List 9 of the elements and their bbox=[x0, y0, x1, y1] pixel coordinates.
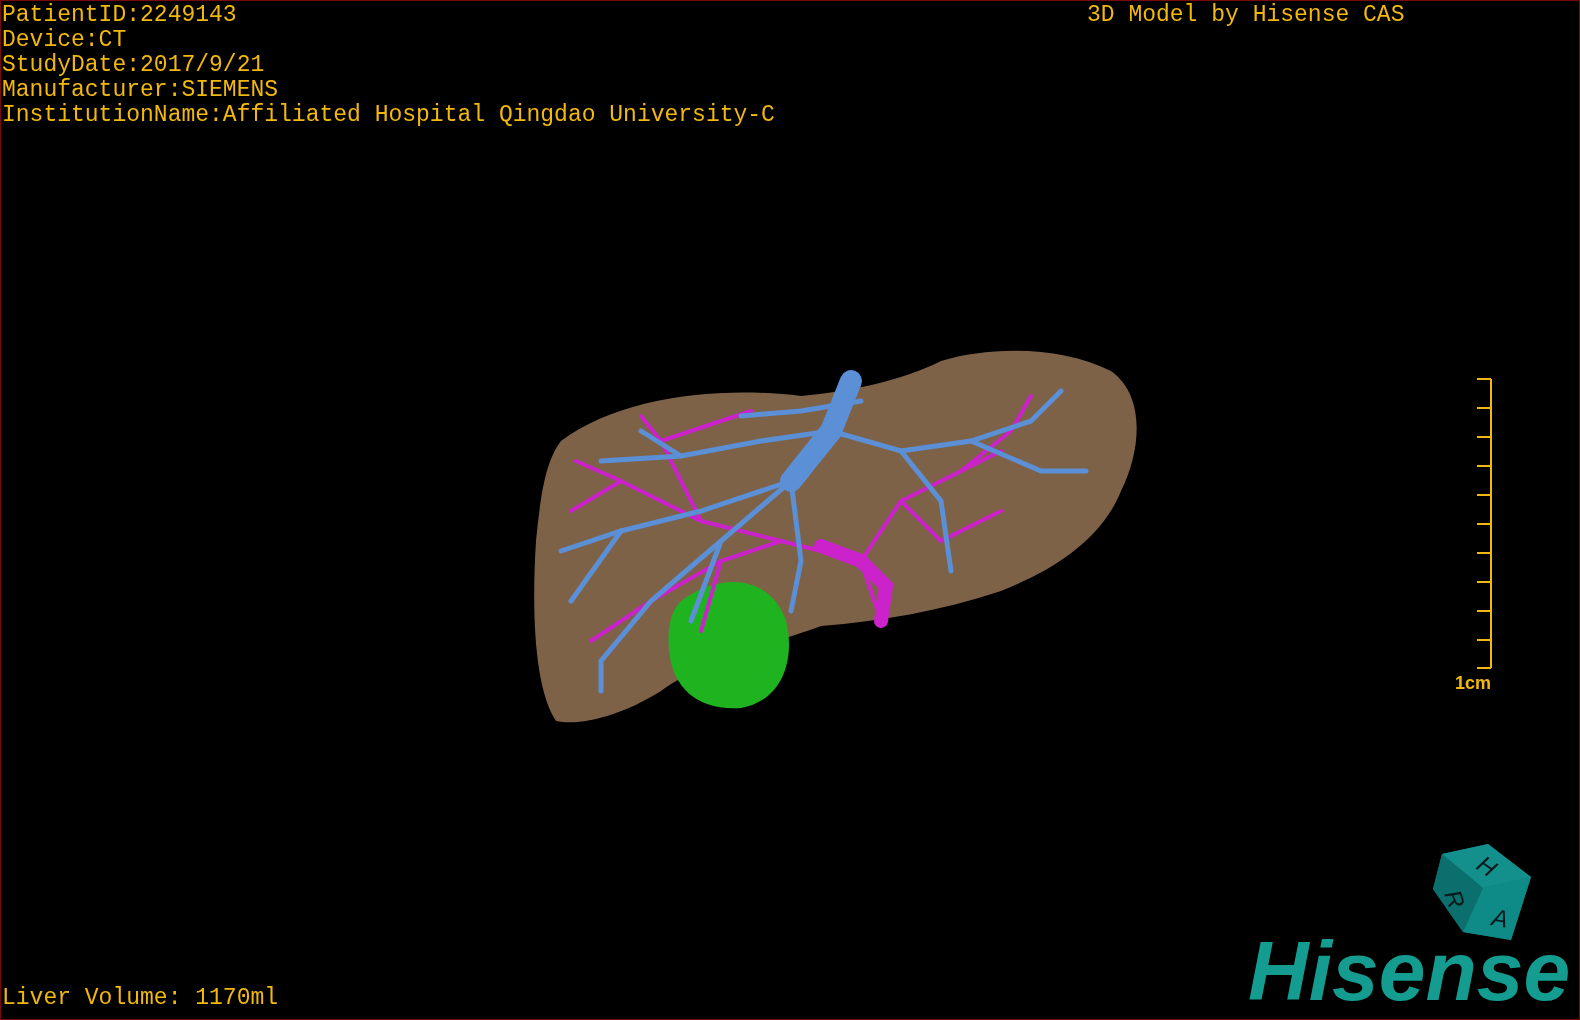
patient-info-line: PatientID:2249143 bbox=[2, 3, 238, 28]
patient-info-line: StudyDate:2017/9/21 bbox=[2, 53, 266, 78]
patient-info-line: Device:CT bbox=[2, 28, 128, 53]
patient-info-line: Manufacturer:SIEMENS bbox=[2, 78, 280, 103]
orientation-cube[interactable]: H R A bbox=[1433, 844, 1531, 941]
model-credit: 3D Model by Hisense CAS bbox=[1087, 3, 1405, 28]
patient-info-line: InstitutionName:Affiliated Hospital Qingdao University-C bbox=[2, 103, 775, 128]
scale-label: 1cm bbox=[1455, 673, 1492, 693]
liver-volume: Liver Volume: 1170ml bbox=[2, 986, 279, 1011]
